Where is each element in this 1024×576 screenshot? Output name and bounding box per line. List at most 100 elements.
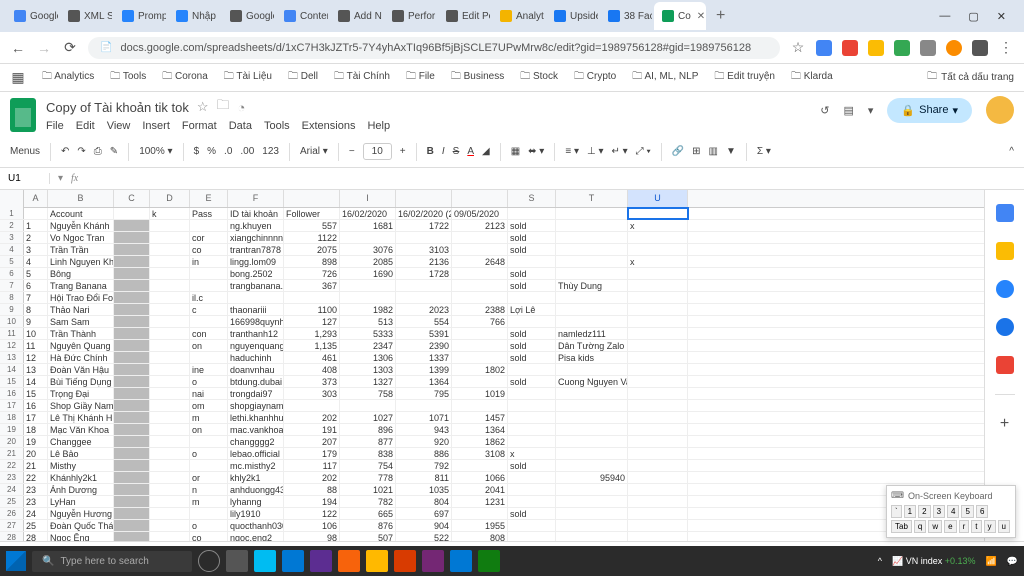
cell[interactable]: 7 [24, 292, 48, 303]
column-header[interactable]: I [340, 190, 396, 207]
cell[interactable] [508, 256, 556, 267]
cell[interactable]: 19 [24, 436, 48, 447]
cell[interactable] [628, 472, 688, 483]
row-header[interactable]: 23 [0, 472, 24, 483]
cell[interactable]: Nguyễn Khánh [48, 220, 114, 231]
cell[interactable]: lebao.official [228, 448, 284, 459]
cell[interactable]: 522 [396, 532, 452, 541]
cell[interactable]: 1399 [396, 364, 452, 375]
cell[interactable] [452, 328, 508, 339]
osk-key[interactable]: ` [891, 505, 902, 518]
cell[interactable]: 1457 [452, 412, 508, 423]
cell[interactable] [190, 352, 228, 363]
browser-tab[interactable]: Promp [114, 2, 166, 30]
cell[interactable]: 1019 [452, 388, 508, 399]
cell[interactable]: 507 [340, 532, 396, 541]
cell[interactable]: 25 [24, 520, 48, 531]
cell[interactable]: Trần Thành [48, 328, 114, 339]
cell[interactable] [340, 400, 396, 411]
cell[interactable] [190, 316, 228, 327]
column-header[interactable]: T [556, 190, 628, 207]
cell[interactable] [190, 280, 228, 291]
cell[interactable] [556, 400, 628, 411]
cell[interactable] [628, 484, 688, 495]
column-header[interactable] [396, 190, 452, 207]
cell[interactable]: 5391 [396, 328, 452, 339]
cell[interactable] [556, 256, 628, 267]
row-header[interactable]: 7 [0, 280, 24, 291]
cell[interactable]: lingg.lom09 [228, 256, 284, 267]
cell[interactable] [114, 328, 150, 339]
calendar-icon[interactable] [996, 204, 1014, 222]
cell[interactable]: 207 [284, 436, 340, 447]
ext-icon[interactable] [972, 40, 988, 56]
decimal-dec-icon[interactable]: .0 [224, 146, 232, 157]
cell[interactable]: 24 [24, 508, 48, 519]
cell[interactable] [150, 388, 190, 399]
cell[interactable]: trangbanana.070 [228, 280, 284, 291]
cell[interactable] [150, 424, 190, 435]
stock-widget[interactable]: 📈 VN index +0.13% [892, 556, 976, 567]
new-tab-button[interactable]: + [708, 3, 733, 29]
cell[interactable]: 665 [340, 508, 396, 519]
cell[interactable]: Trọng Đại [48, 388, 114, 399]
cell[interactable] [452, 352, 508, 363]
cell[interactable] [284, 400, 340, 411]
cell[interactable]: 758 [340, 388, 396, 399]
cell[interactable] [628, 460, 688, 471]
cell[interactable]: 808 [452, 532, 508, 541]
cell[interactable]: 16/02/2020 (2) [396, 208, 452, 219]
cell[interactable]: thaonariii [228, 304, 284, 315]
cell[interactable]: co [190, 532, 228, 541]
cell[interactable] [508, 364, 556, 375]
cell[interactable]: Thùy Dung [556, 280, 628, 291]
cell[interactable] [114, 412, 150, 423]
row-header[interactable]: 10 [0, 316, 24, 327]
app-icon[interactable] [254, 550, 276, 572]
cell[interactable]: 792 [396, 460, 452, 471]
cell[interactable]: 18 [24, 424, 48, 435]
cell[interactable] [556, 532, 628, 541]
cell[interactable]: 766 [452, 316, 508, 327]
cell[interactable] [114, 508, 150, 519]
cell[interactable] [228, 292, 284, 303]
cell[interactable]: Ngọc Êng [48, 532, 114, 541]
cell[interactable] [150, 496, 190, 507]
row-header[interactable]: 14 [0, 364, 24, 375]
cell[interactable] [114, 520, 150, 531]
bookmark-item[interactable]: 🗀 Tools [110, 69, 146, 86]
cell[interactable] [508, 532, 556, 541]
browser-tab[interactable]: Edit Pc [438, 2, 490, 30]
cell[interactable] [508, 424, 556, 435]
cell[interactable] [452, 376, 508, 387]
system-tray[interactable]: ^ 📈 VN index +0.13% 📶 💬 [878, 556, 1018, 567]
cell[interactable] [396, 292, 452, 303]
cell[interactable]: n [190, 484, 228, 495]
cell[interactable]: c [190, 304, 228, 315]
cell[interactable] [150, 316, 190, 327]
cell[interactable]: 896 [340, 424, 396, 435]
cell[interactable]: 5 [24, 268, 48, 279]
cell[interactable] [556, 316, 628, 327]
cell[interactable]: mc.misthy2 [228, 460, 284, 471]
menu-item[interactable]: Extensions [302, 120, 356, 132]
cell[interactable]: cor [190, 232, 228, 243]
row-header[interactable]: 25 [0, 496, 24, 507]
cell[interactable] [190, 220, 228, 231]
percent-icon[interactable]: % [207, 146, 216, 157]
cell[interactable]: 23 [24, 496, 48, 507]
menu-item[interactable]: Format [182, 120, 217, 132]
cell[interactable]: 804 [396, 496, 452, 507]
cell[interactable]: 1681 [340, 220, 396, 231]
cell[interactable]: sold [508, 352, 556, 363]
cell[interactable]: changggg2 [228, 436, 284, 447]
cell[interactable]: on [190, 340, 228, 351]
cell[interactable]: nguyenquangha [228, 340, 284, 351]
cell[interactable]: Lợi Lê [508, 304, 556, 315]
row-header[interactable]: 21 [0, 448, 24, 459]
cell[interactable]: 782 [340, 496, 396, 507]
ext-icon[interactable] [946, 40, 962, 56]
cell[interactable]: m [190, 412, 228, 423]
row-header[interactable]: 26 [0, 508, 24, 519]
cell[interactable]: Trang Banana [48, 280, 114, 291]
